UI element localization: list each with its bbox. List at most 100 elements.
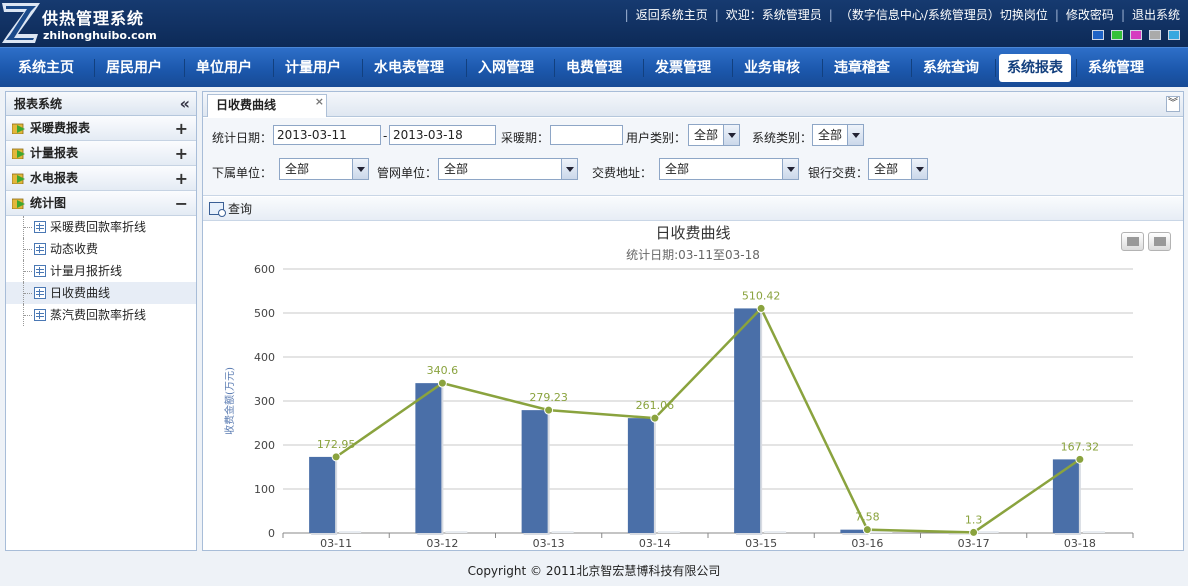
system-type-select[interactable]: 全部 xyxy=(812,124,864,146)
user-type-label: 用户类别： xyxy=(626,131,687,145)
sidebar-group-heating-reports[interactable]: 采暖费报表 + xyxy=(6,116,196,141)
app-title: 供热管理系统 xyxy=(42,9,145,28)
sidebar-item-daily-fee-curve[interactable]: 日收费曲线 xyxy=(6,282,196,304)
tree-connector xyxy=(24,315,32,316)
daily-fee-chart: 0 100 200 300 400 500 600 收费金额(万元) 03-11 03-12 03-… xyxy=(223,263,1134,550)
sidebar-group-label: 计量报表 xyxy=(30,146,79,160)
folder-arrow-icon xyxy=(12,173,25,184)
data-label: 279.23 xyxy=(529,391,568,404)
sidebar-group-metering-reports[interactable]: 计量报表 + xyxy=(6,141,196,166)
skin-swatch-1[interactable] xyxy=(1092,30,1104,40)
expand-icon[interactable]: + xyxy=(175,141,188,166)
table-icon xyxy=(34,243,46,255)
welcome-text: 欢迎：系统管理员 xyxy=(725,8,822,22)
bank-select[interactable]: 全部 xyxy=(868,158,928,180)
line-point-03-11 xyxy=(331,452,341,462)
table-icon xyxy=(34,221,46,233)
home-link[interactable]: 返回系统主页 xyxy=(636,6,708,23)
chevron-down-icon xyxy=(352,159,368,179)
logout-link[interactable]: 退出系统 xyxy=(1132,6,1180,23)
line-point-03-16 xyxy=(862,525,872,535)
nav-separator xyxy=(466,59,467,77)
data-label: 172.95 xyxy=(317,438,356,451)
nav-item-invoice[interactable]: 发票管理 xyxy=(647,54,719,82)
nav-item-query[interactable]: 系统查询 xyxy=(915,54,987,82)
nav-item-home[interactable]: 系统主页 xyxy=(10,54,82,82)
nav-item-network[interactable]: 入网管理 xyxy=(470,54,542,82)
nav-item-metering[interactable]: 计量用户 xyxy=(277,54,349,82)
nav-item-admin[interactable]: 系统管理 xyxy=(1080,54,1152,82)
content-panel: 日收费曲线 × ︾ 统计日期： 2013-03-11 - 2013-03-18 … xyxy=(202,91,1184,551)
skin-swatch-5[interactable] xyxy=(1168,30,1180,40)
nav-item-inspection[interactable]: 违章稽查 xyxy=(826,54,898,82)
separator: | xyxy=(1120,7,1125,22)
chevron-down-icon xyxy=(782,159,798,179)
expand-icon[interactable]: + xyxy=(175,116,188,141)
sidebar-item-dynamic-fees[interactable]: 动态收费 xyxy=(6,238,196,260)
nav-separator xyxy=(643,59,644,77)
data-label: 510.42 xyxy=(742,289,781,302)
bar-secondary-03-11 xyxy=(339,531,362,533)
nav-separator xyxy=(273,59,274,77)
collapse-icon[interactable]: − xyxy=(175,191,188,216)
separator: | xyxy=(1054,7,1059,22)
skin-swatch-3[interactable] xyxy=(1130,30,1142,40)
collapse-sidebar-icon[interactable]: « xyxy=(180,92,190,116)
separator: | xyxy=(714,7,719,22)
chart-area: 日收费曲线 统计日期:03-11至03-18 0 100 200 300 400 500 6… xyxy=(203,222,1183,550)
system-type-value: 全部 xyxy=(818,128,843,142)
sidebar-item-steam-recovery-line[interactable]: 蒸汽费回款率折线 xyxy=(6,304,196,326)
toolbar: 查询 xyxy=(203,197,1183,221)
sidebar-item-label: 动态收费 xyxy=(50,242,99,256)
tree-connector xyxy=(24,249,32,250)
bar-secondary-03-14 xyxy=(657,531,680,533)
sidebar-item-label: 蒸汽费回款率折线 xyxy=(50,308,147,322)
network-unit-select[interactable]: 全部 xyxy=(438,158,578,180)
skin-swatch-2[interactable] xyxy=(1111,30,1123,40)
nav-item-units[interactable]: 单位用户 xyxy=(188,54,260,82)
sub-unit-select[interactable]: 全部 xyxy=(279,158,369,180)
y-tick-label: 500 xyxy=(254,307,275,320)
system-type-label: 系统类别： xyxy=(752,131,813,145)
date-from-input[interactable]: 2013-03-11 xyxy=(273,125,381,145)
sidebar-item-metering-monthly-line[interactable]: 计量月报折线 xyxy=(6,260,196,282)
expand-icon[interactable]: + xyxy=(175,166,188,191)
skin-swatch-4[interactable] xyxy=(1149,30,1161,40)
sidebar-group-statistics-charts[interactable]: 统计图 − xyxy=(6,191,196,216)
user-type-select[interactable]: 全部 xyxy=(688,124,740,146)
x-tick-label: 03-11 xyxy=(320,537,352,550)
date-to-input[interactable]: 2013-03-18 xyxy=(389,125,496,145)
separator: | xyxy=(624,7,629,22)
nav-item-meters[interactable]: 水电表管理 xyxy=(366,54,452,82)
tab-daily-fee-curve[interactable]: 日收费曲线 × xyxy=(207,94,327,117)
season-input[interactable] xyxy=(550,125,623,145)
line-point-03-15 xyxy=(756,303,766,313)
query-button[interactable]: 查询 xyxy=(208,199,252,219)
sidebar-item-label: 计量月报折线 xyxy=(50,264,123,278)
tab-menu-chevron-icon[interactable]: ︾ xyxy=(1166,96,1180,112)
bar-03-16 xyxy=(840,529,867,533)
nav-item-electricity[interactable]: 电费管理 xyxy=(558,54,630,82)
close-tab-icon[interactable]: × xyxy=(315,91,324,112)
sidebar-item-label: 日收费曲线 xyxy=(50,286,111,300)
sidebar-group-utility-reports[interactable]: 水电报表 + xyxy=(6,166,196,191)
main-nav: 系统主页 居民用户 单位用户 计量用户 水电表管理 入网管理 电费管理 发票管理 业务审核 违章稽… xyxy=(0,47,1188,87)
sidebar-groups: 采暖费报表 + 计量报表 + 水电报表 + 统计图 − 采暖费回款率折线 动态收费 计量月报折线 日收… xyxy=(6,116,196,326)
sidebar-header: 报表系统 « xyxy=(6,92,196,116)
sidebar-title: 报表系统 xyxy=(14,97,63,111)
pay-address-select[interactable]: 全部 xyxy=(659,158,799,180)
pay-address-label: 交费地址： xyxy=(592,166,653,180)
y-tick-label: 200 xyxy=(254,439,275,452)
sidebar-item-heating-recovery-line[interactable]: 采暖费回款率折线 xyxy=(6,216,196,238)
bar-secondary-03-18 xyxy=(1082,531,1105,533)
nav-item-review[interactable]: 业务审核 xyxy=(736,54,808,82)
change-password-link[interactable]: 修改密码 xyxy=(1066,6,1114,23)
app-domain: zhihonghuibo.com xyxy=(43,29,157,42)
y-tick-label: 400 xyxy=(254,351,275,364)
x-tick-label: 03-16 xyxy=(851,537,883,550)
y-tick-label: 0 xyxy=(268,527,275,540)
nav-item-residents[interactable]: 居民用户 xyxy=(98,54,170,82)
switch-role-link[interactable]: （数字信息中心/系统管理员）切换岗位 xyxy=(840,6,1048,23)
line-series xyxy=(335,306,1081,534)
nav-item-reports[interactable]: 系统报表 xyxy=(999,54,1071,82)
